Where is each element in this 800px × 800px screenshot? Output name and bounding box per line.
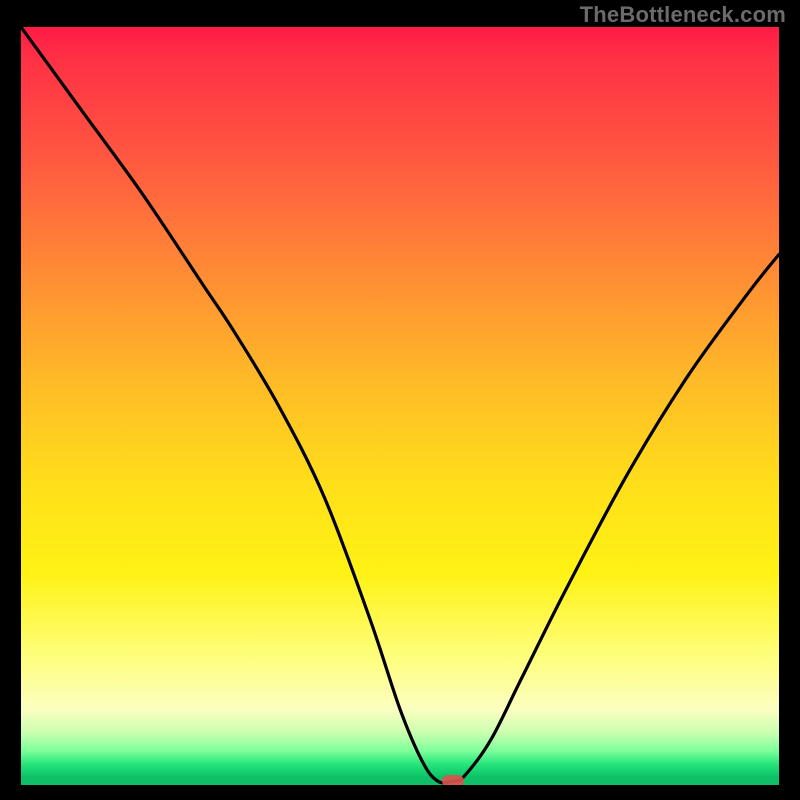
optimal-point-marker xyxy=(442,775,464,785)
watermark-text: TheBottleneck.com xyxy=(580,2,786,28)
plot-area xyxy=(21,27,779,785)
chart-container: TheBottleneck.com xyxy=(0,0,800,800)
bottleneck-curve xyxy=(21,27,779,785)
